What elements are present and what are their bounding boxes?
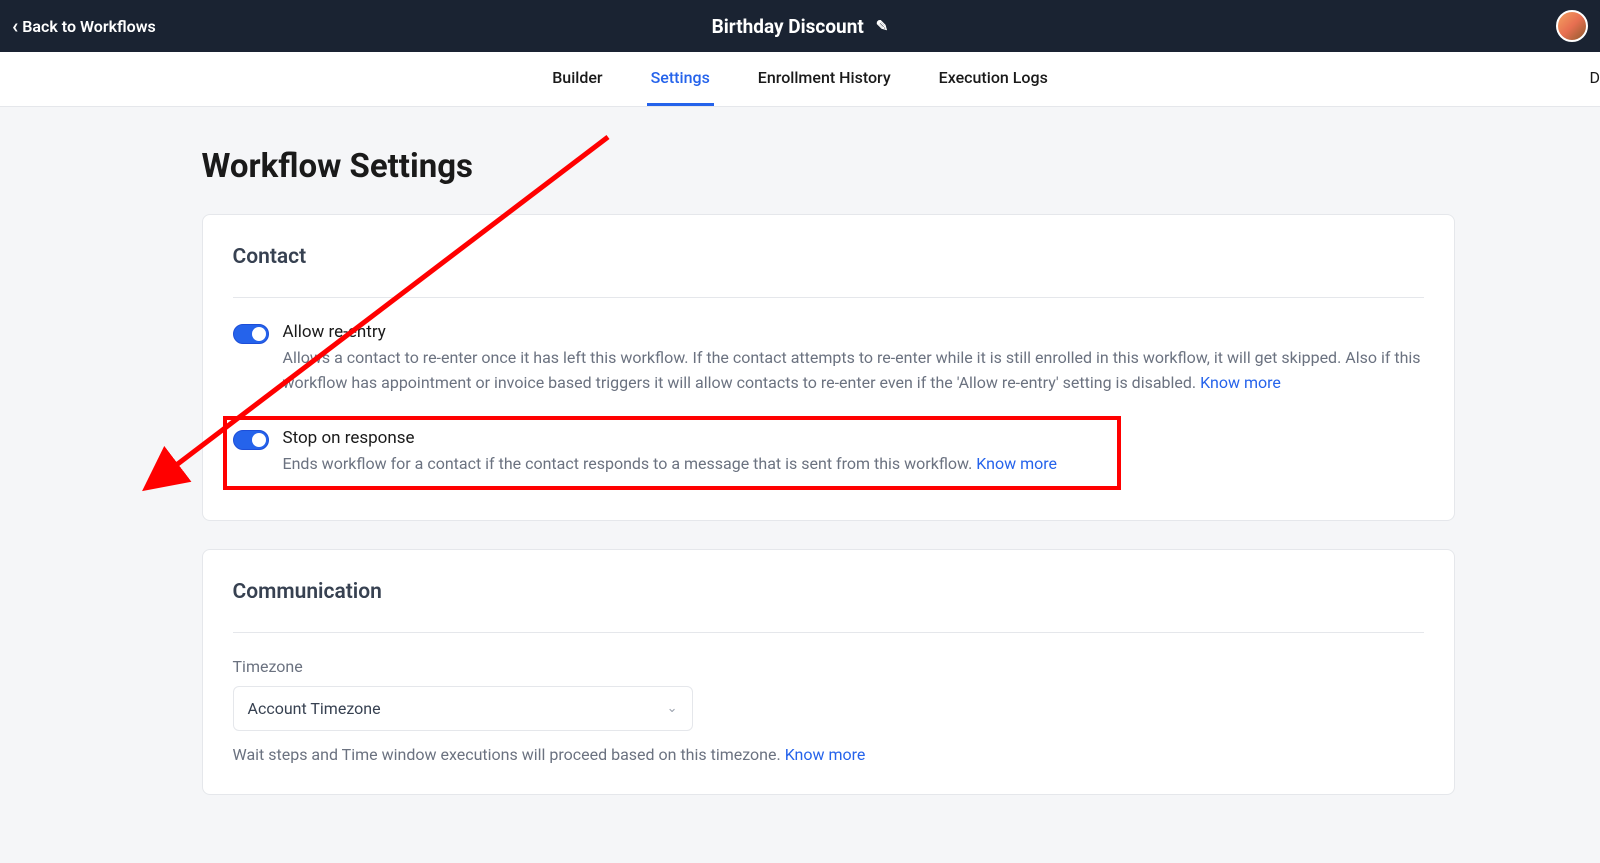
timezone-value: Account Timezone — [248, 699, 381, 718]
stop-on-response-desc: Ends workflow for a contact if the conta… — [283, 452, 1107, 477]
timezone-select[interactable]: Account Timezone ⌄ — [233, 686, 693, 731]
highlight-annotation: Stop on response Ends workflow for a con… — [223, 416, 1121, 491]
allow-reentry-toggle[interactable] — [233, 324, 269, 344]
workflow-title: Birthday Discount — [712, 15, 864, 38]
tabs-bar: Builder Settings Enrollment History Exec… — [0, 52, 1600, 107]
timezone-help: Wait steps and Time window executions wi… — [233, 745, 1424, 764]
allow-reentry-text: Allow re-entry Allows a contact to re-en… — [283, 322, 1424, 396]
content: Workflow Settings Contact Allow re-entry… — [78, 107, 1523, 863]
timezone-label: Timezone — [233, 657, 1424, 676]
back-to-workflows-link[interactable]: ‹ Back to Workflows — [12, 14, 156, 38]
stop-on-response-label: Stop on response — [283, 428, 1107, 448]
stop-on-response-row: Stop on response Ends workflow for a con… — [233, 428, 1107, 477]
tab-enrollment-history[interactable]: Enrollment History — [754, 52, 895, 106]
stop-on-response-text: Stop on response Ends workflow for a con… — [283, 428, 1107, 477]
tab-builder[interactable]: Builder — [548, 52, 606, 106]
allow-reentry-desc: Allows a contact to re-enter once it has… — [283, 346, 1424, 396]
allow-reentry-label: Allow re-entry — [283, 322, 1424, 342]
avatar[interactable] — [1556, 10, 1588, 42]
app-header: ‹ Back to Workflows Birthday Discount ✎ — [0, 0, 1600, 52]
tab-settings[interactable]: Settings — [647, 52, 714, 106]
stop-on-response-toggle[interactable] — [233, 430, 269, 450]
allow-reentry-row: Allow re-entry Allows a contact to re-en… — [233, 322, 1424, 396]
tab-execution-logs[interactable]: Execution Logs — [935, 52, 1052, 106]
right-letter: D — [1590, 68, 1600, 87]
stop-on-response-know-more-link[interactable]: Know more — [976, 454, 1057, 473]
page-title: Workflow Settings — [202, 147, 1455, 186]
timezone-know-more-link[interactable]: Know more — [785, 745, 866, 764]
communication-card: Communication Timezone Account Timezone … — [202, 549, 1455, 795]
chevron-left-icon: ‹ — [12, 14, 18, 38]
pencil-icon[interactable]: ✎ — [876, 17, 889, 35]
tabs-center: Builder Settings Enrollment History Exec… — [548, 52, 1052, 106]
header-title-group: Birthday Discount ✎ — [712, 15, 889, 38]
contact-card: Contact Allow re-entry Allows a contact … — [202, 214, 1455, 521]
contact-section-title: Contact — [233, 245, 1424, 298]
communication-section-title: Communication — [233, 580, 1424, 633]
chevron-down-icon: ⌄ — [667, 701, 678, 716]
allow-reentry-know-more-link[interactable]: Know more — [1200, 373, 1281, 392]
back-label: Back to Workflows — [22, 17, 156, 36]
